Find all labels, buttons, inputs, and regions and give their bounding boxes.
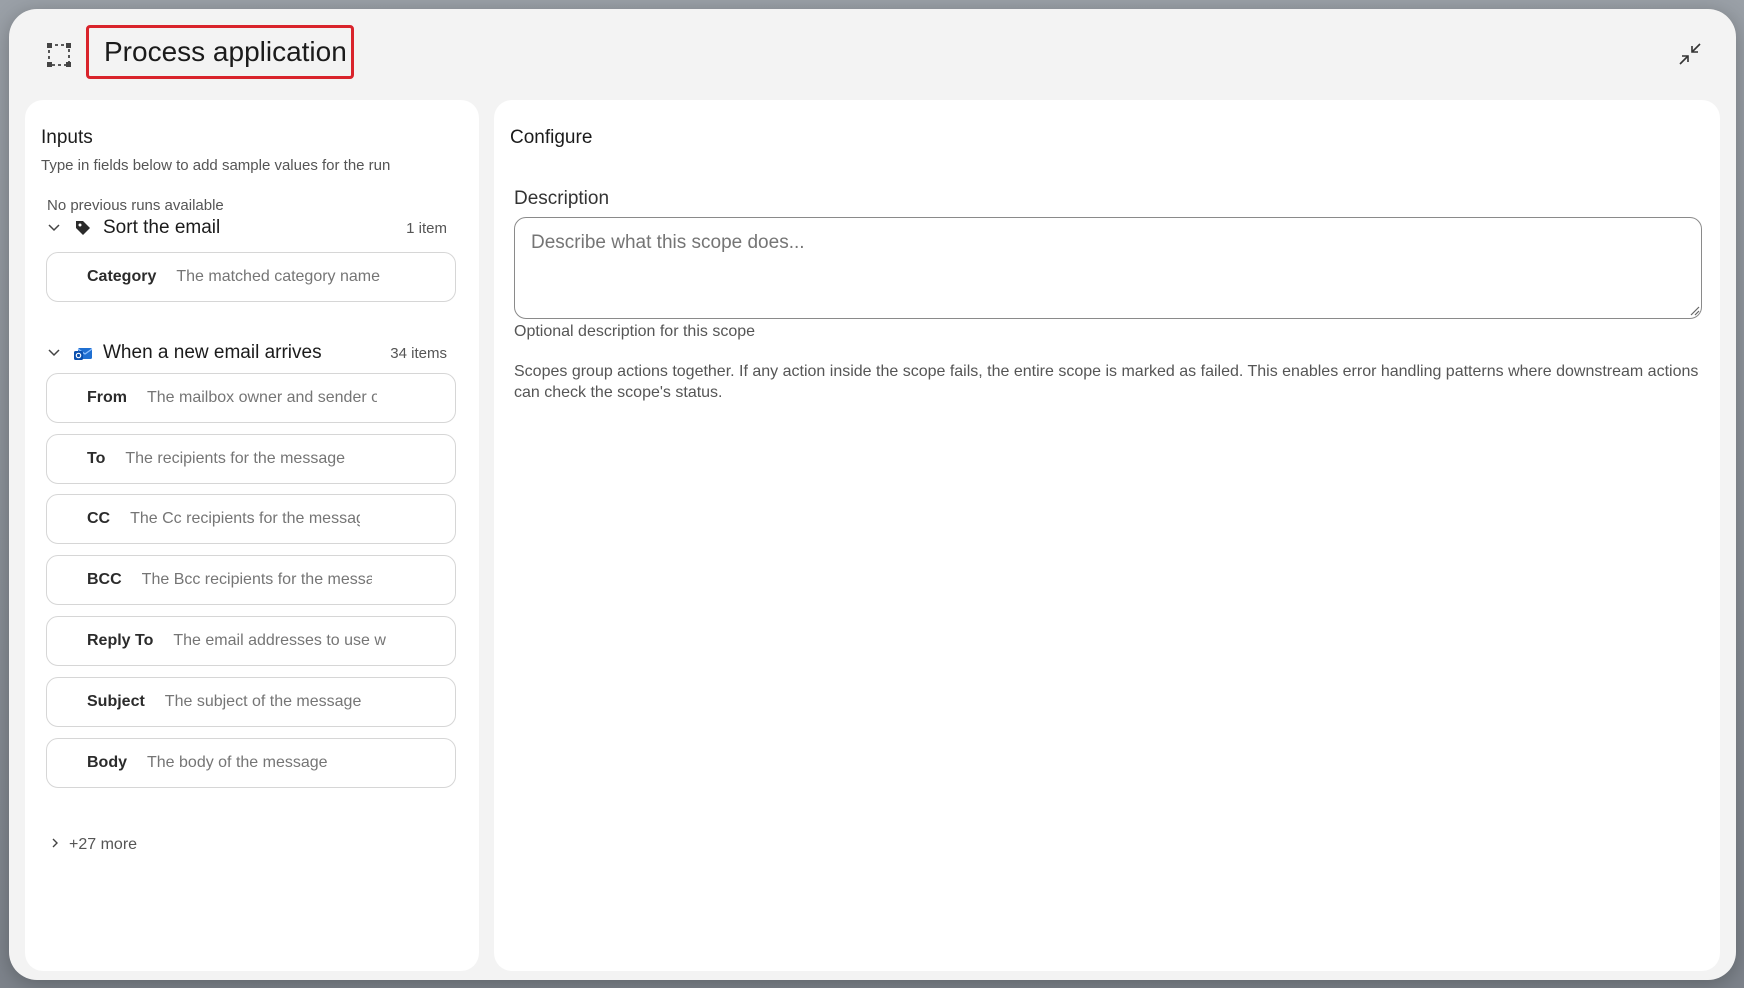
show-more-button[interactable]: +27 more: [49, 836, 137, 854]
input-field-cc[interactable]: CC: [46, 494, 456, 544]
inputs-panel: Inputs Type in fields below to add sampl…: [25, 100, 479, 971]
group-when-new-email-arrives[interactable]: When a new email arrives 34 items: [43, 336, 461, 370]
inputs-heading: Inputs: [41, 127, 93, 148]
input-field-body[interactable]: Body: [46, 738, 456, 788]
group-title: When a new email arrives: [103, 342, 322, 363]
collapse-icon[interactable]: [1673, 37, 1707, 71]
scope-icon: [43, 39, 75, 71]
subject-input[interactable]: [164, 693, 395, 711]
tag-icon: [71, 216, 95, 240]
category-input[interactable]: [176, 268, 407, 286]
to-input[interactable]: [125, 450, 356, 468]
show-more-label: +27 more: [69, 836, 138, 853]
input-field-to[interactable]: To: [46, 434, 456, 484]
field-label: CC: [87, 510, 111, 527]
process-application-dialog: Process application Inputs Type in field…: [9, 9, 1736, 980]
input-field-category[interactable]: Category: [46, 252, 456, 302]
group-count: 34 items: [390, 344, 447, 362]
group-count: 1 item: [406, 219, 447, 237]
field-label: Category: [87, 268, 157, 285]
description-label: Description: [514, 188, 610, 209]
scope-info-text: Scopes group actions together. If any ac…: [514, 363, 1699, 401]
description-help: Optional description for this scope: [514, 323, 756, 340]
input-field-subject[interactable]: Subject: [46, 677, 456, 727]
group-title: Sort the email: [103, 217, 221, 238]
inputs-subtitle: Type in fields below to add sample value…: [41, 157, 391, 174]
group-sort-the-email[interactable]: Sort the email 1 item: [43, 211, 461, 245]
bcc-input[interactable]: [141, 571, 372, 589]
field-label: From: [87, 389, 127, 406]
input-field-from[interactable]: From: [46, 373, 456, 423]
from-input[interactable]: [147, 389, 377, 407]
description-textarea[interactable]: [514, 217, 1702, 319]
page-title-text: Process application: [104, 36, 347, 67]
configure-panel: Configure Description Optional descripti…: [494, 100, 1720, 971]
outlook-mail-icon: [71, 341, 95, 365]
chevron-down-icon[interactable]: [43, 217, 65, 239]
input-field-reply-to[interactable]: Reply To: [46, 616, 456, 666]
page-title[interactable]: Process application: [86, 25, 354, 79]
input-field-bcc[interactable]: BCC: [46, 555, 456, 605]
field-label: Reply To: [87, 632, 154, 649]
reply-to-input[interactable]: [173, 632, 404, 650]
resize-handle-icon[interactable]: [1688, 303, 1700, 316]
field-label: BCC: [87, 571, 122, 588]
chevron-right-icon: [49, 836, 61, 854]
body-input[interactable]: [147, 754, 377, 772]
configure-heading: Configure: [510, 127, 593, 148]
field-label: Subject: [87, 693, 145, 710]
field-label: Body: [87, 754, 127, 771]
cc-input[interactable]: [130, 510, 361, 528]
field-label: To: [87, 450, 106, 467]
chevron-down-icon[interactable]: [43, 342, 65, 364]
